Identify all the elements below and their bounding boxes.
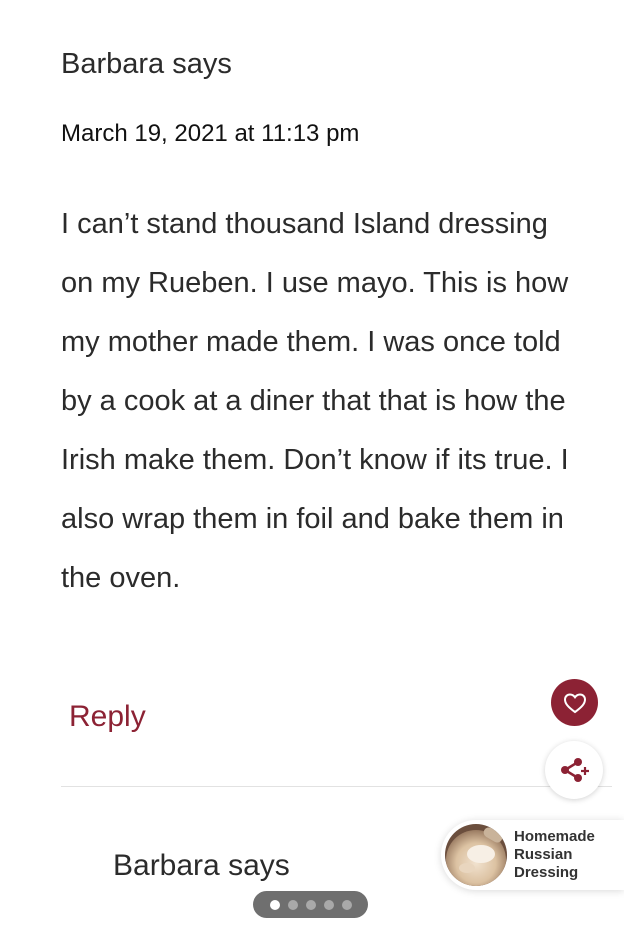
comment-timestamp: March 19, 2021 at 11:13 pm — [61, 120, 360, 147]
comment-author: Barbara says — [61, 48, 232, 80]
recipe-title: Homemade Russian Dressing — [514, 828, 595, 881]
pager-dot[interactable] — [341, 899, 352, 910]
carousel-pager[interactable] — [253, 891, 368, 918]
related-recipe-card[interactable]: Homemade Russian Dressing — [441, 820, 624, 890]
share-plus-icon — [561, 758, 589, 782]
heart-icon — [563, 692, 586, 713]
comment-body: I can’t stand thousand Island dressing o… — [61, 208, 569, 594]
share-button[interactable] — [545, 741, 603, 799]
comment-divider — [61, 786, 612, 787]
recipe-thumbnail — [445, 824, 507, 886]
favorite-button[interactable] — [551, 679, 598, 726]
pager-dot[interactable] — [305, 899, 316, 910]
reply-link[interactable]: Reply — [69, 700, 146, 734]
pager-dot[interactable] — [269, 899, 280, 910]
pager-dot[interactable] — [323, 899, 334, 910]
pager-dot[interactable] — [287, 899, 298, 910]
next-comment-author: Barbara says — [113, 849, 290, 882]
